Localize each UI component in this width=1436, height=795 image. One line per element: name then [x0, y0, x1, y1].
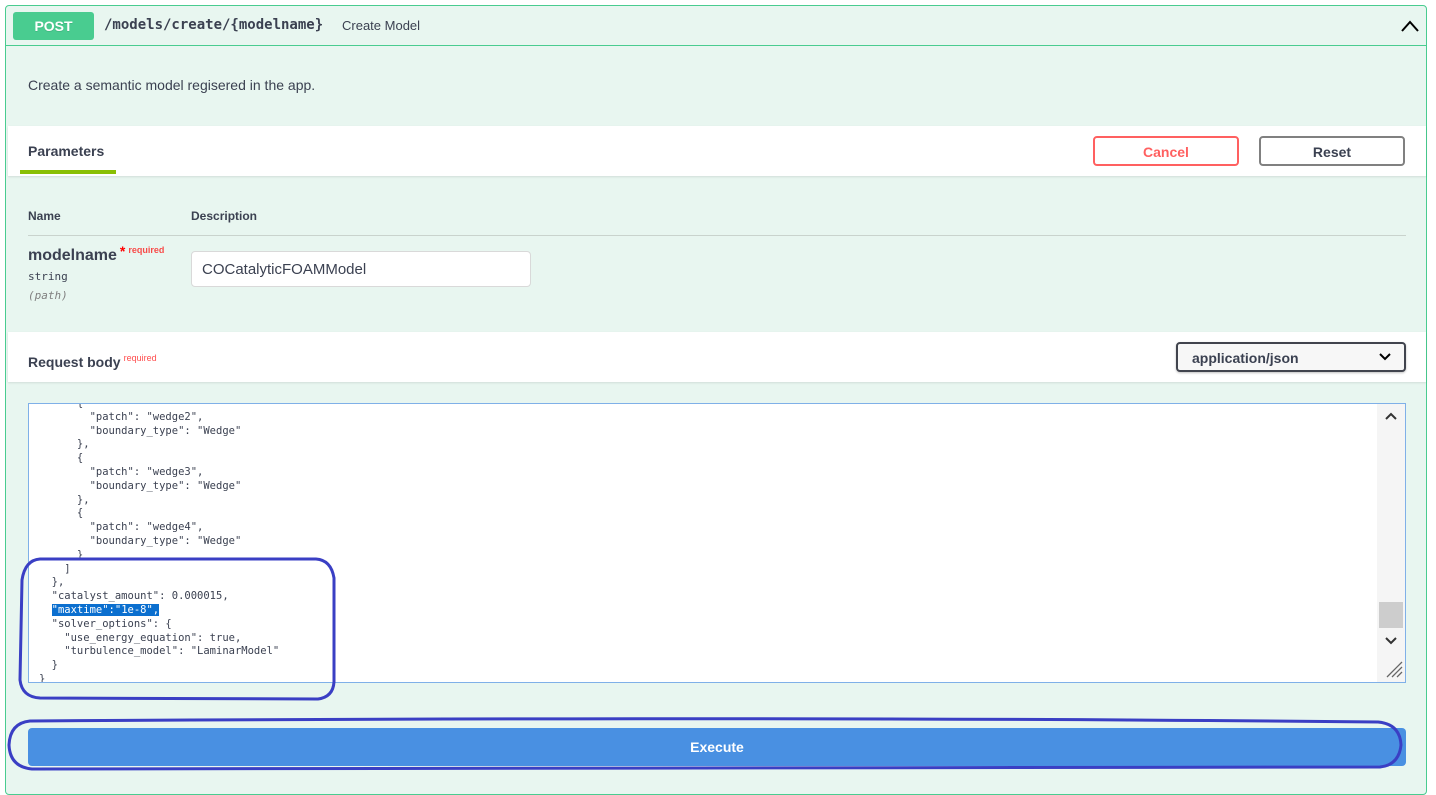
code-line: "use_energy_equation": true, [39, 631, 242, 644]
code-line: ] [39, 562, 71, 575]
code-line: "boundary_type": "Wedge" [39, 479, 242, 492]
column-header-name: Name [28, 209, 61, 223]
required-label: required [128, 245, 165, 255]
request-body-title: Request body required [28, 353, 157, 370]
param-type: string [28, 270, 68, 283]
scroll-down-icon[interactable] [1384, 636, 1398, 646]
code-line: { [39, 403, 84, 409]
scroll-up-icon[interactable] [1384, 411, 1398, 421]
code-line: "boundary_type": "Wedge" [39, 534, 242, 547]
code-line: "boundary_type": "Wedge" [39, 424, 242, 437]
cancel-button[interactable]: Cancel [1093, 136, 1239, 166]
content-type-value: application/json [1192, 350, 1299, 366]
operation-summary[interactable]: POST /models/create/{modelname} Create M… [6, 6, 1426, 46]
operation-description: Create a semantic model regisered in the… [28, 77, 316, 93]
code-line: "patch": "wedge3", [39, 465, 204, 478]
operation-block: POST /models/create/{modelname} Create M… [5, 5, 1427, 795]
code-line: } [39, 548, 84, 561]
code-line: }, [39, 576, 65, 589]
execute-button[interactable]: Execute [28, 728, 1406, 766]
column-header-description: Description [191, 209, 258, 223]
code-line: "patch": "wedge4", [39, 521, 204, 534]
editor-scrollbar[interactable] [1377, 404, 1405, 682]
request-body-editor[interactable]: { "patch": "wedge2", "boundary_type": "W… [28, 403, 1406, 683]
endpoint-summary: Create Model [342, 18, 421, 33]
code-line: } [39, 672, 46, 683]
scroll-thumb[interactable] [1379, 602, 1403, 628]
code-line: { [39, 452, 84, 465]
resize-grip-icon[interactable] [1383, 660, 1403, 678]
param-name-text: modelname [28, 247, 117, 264]
endpoint-path: /models/create/{modelname} [104, 17, 324, 33]
modelname-input[interactable] [191, 251, 531, 287]
code-line: "maxtime":"1e-8", [39, 603, 160, 616]
code-line: "catalyst_amount": 0.000015, [39, 590, 229, 603]
request-body-header: Request body required application/json [8, 332, 1426, 382]
request-body-code[interactable]: { "patch": "wedge2", "boundary_type": "W… [39, 403, 280, 683]
code-line: "turbulence_model": "LaminarModel" [39, 645, 280, 658]
param-name: modelname * required [28, 243, 165, 265]
code-line: } [39, 659, 58, 672]
chevron-up-icon[interactable] [1400, 18, 1420, 34]
request-body-required: required [123, 353, 157, 363]
code-line: }, [39, 493, 90, 506]
header-divider [28, 235, 1406, 236]
selected-text: "maxtime":"1e-8", [51, 603, 160, 616]
param-location: (path) [28, 289, 68, 302]
chevron-down-icon [1379, 353, 1391, 361]
required-star: * [119, 243, 126, 259]
code-line: "solver_options": { [39, 617, 172, 630]
reset-button[interactable]: Reset [1259, 136, 1405, 166]
code-line: }, [39, 438, 90, 451]
code-line: "patch": "wedge2", [39, 410, 204, 423]
content-type-select[interactable]: application/json [1176, 342, 1406, 372]
request-body-title-text: Request body [28, 354, 121, 370]
parameters-header: Parameters Cancel Reset [8, 126, 1426, 176]
tab-parameters[interactable]: Parameters [28, 143, 104, 159]
method-badge: POST [13, 12, 94, 40]
tab-active-underline [20, 170, 116, 174]
code-line: { [39, 507, 84, 520]
